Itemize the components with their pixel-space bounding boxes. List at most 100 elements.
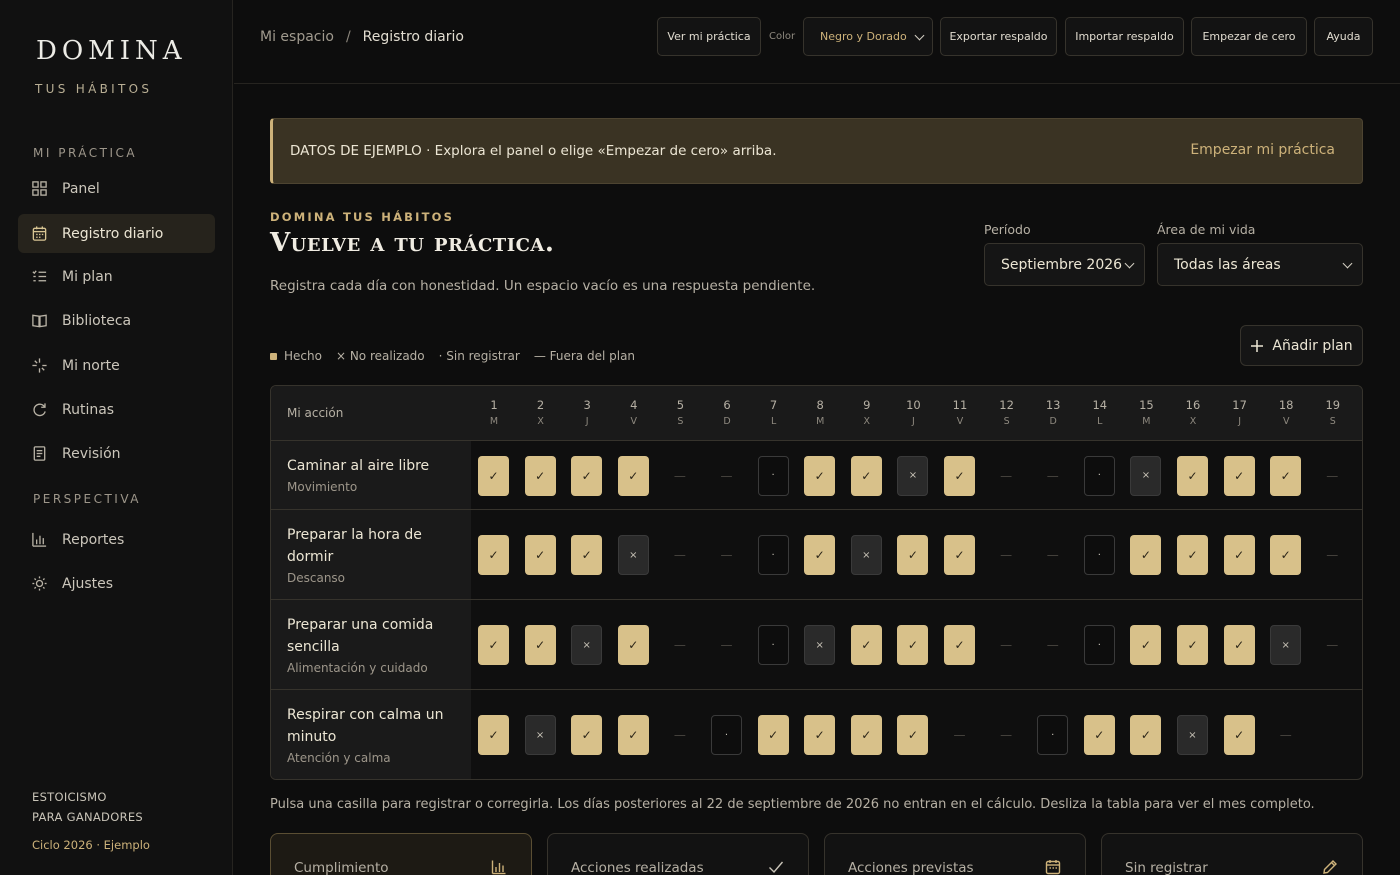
day-weekday: M — [489, 416, 499, 427]
table-row: Preparar la hora de dormir Descanso ✓ ✓ ✓ × — —… — [271, 510, 1362, 600]
day-cell-empty[interactable]: · — [711, 715, 742, 755]
sidebar-item-biblioteca[interactable]: Biblioteca — [18, 301, 215, 340]
day-cell-done[interactable]: ✓ — [1177, 625, 1208, 665]
day-cell-done[interactable]: ✓ — [1223, 455, 1255, 496]
area-select[interactable]: Todas las áreas — [1157, 243, 1363, 286]
day-weekday: X — [863, 416, 871, 427]
breadcrumb-root[interactable]: Mi espacio — [260, 29, 334, 45]
day-cell-off: — — [1000, 728, 1013, 742]
day-cell-done[interactable]: ✓ — [1130, 715, 1162, 755]
day-cell-miss[interactable]: × — [897, 455, 929, 496]
day-header: 13 D — [1033, 398, 1073, 427]
day-number: 19 — [1325, 398, 1341, 412]
import-backup-button[interactable]: Importar respaldo — [1065, 17, 1184, 56]
color-select[interactable]: Negro y Dorado — [803, 17, 933, 56]
day-cell-done[interactable]: ✓ — [897, 625, 929, 665]
day-cell-off: — — [1326, 548, 1339, 562]
day-cell-done[interactable]: ✓ — [524, 625, 556, 665]
export-backup-button[interactable]: Exportar respaldo — [940, 17, 1057, 56]
day-cell-miss[interactable]: × — [571, 625, 603, 665]
day-cell-done[interactable]: ✓ — [944, 625, 975, 665]
habit-name-cell[interactable]: Preparar la hora de dormir Descanso — [271, 510, 471, 599]
day-cell-done[interactable]: ✓ — [1223, 715, 1255, 755]
day-weekday: S — [677, 416, 684, 427]
day-cell-miss[interactable]: × — [1177, 715, 1208, 755]
day-cell-done[interactable]: ✓ — [617, 455, 649, 496]
day-cell-done[interactable]: ✓ — [944, 455, 975, 496]
sidebar-item-mi-plan[interactable]: Mi plan — [18, 257, 215, 296]
day-cell-empty[interactable]: · — [1083, 535, 1115, 575]
sidebar-item-mi-norte[interactable]: Mi norte — [18, 346, 215, 385]
period-select[interactable]: Septiembre 2026 — [984, 243, 1145, 286]
day-cell-done[interactable]: ✓ — [1223, 625, 1255, 665]
sidebar-item-ajustes[interactable]: Ajustes — [18, 564, 215, 603]
day-cell-miss[interactable]: × — [617, 535, 649, 575]
day-cell-done[interactable]: ✓ — [478, 625, 509, 665]
day-cell-done[interactable]: ✓ — [850, 715, 882, 755]
day-cell-empty[interactable]: · — [757, 455, 789, 496]
sidebar-item-revision[interactable]: Revisión — [18, 434, 215, 473]
day-cell-done[interactable]: ✓ — [850, 625, 882, 665]
day-cell-done[interactable]: ✓ — [617, 625, 649, 665]
day-cell-done[interactable]: ✓ — [571, 715, 603, 755]
day-header: 19 S — [1313, 398, 1353, 427]
day-cell-done[interactable]: ✓ — [524, 455, 556, 496]
day-header: 15 M — [1126, 398, 1166, 427]
day-cell-done[interactable]: ✓ — [804, 455, 836, 496]
habit-name-cell[interactable]: Preparar una comida sencilla Alimentación… — [271, 600, 471, 689]
reset-button[interactable]: Empezar de cero — [1191, 17, 1307, 56]
day-cell-miss[interactable]: × — [1130, 455, 1162, 496]
day-cell-miss[interactable]: × — [524, 715, 556, 755]
day-cell-empty[interactable]: · — [1037, 715, 1069, 755]
day-cell-done[interactable]: ✓ — [1177, 535, 1208, 575]
stat-card-sin-registrar: Sin registrar — [1101, 833, 1363, 875]
day-cell-done[interactable]: ✓ — [1130, 535, 1162, 575]
habit-name-cell[interactable]: Respirar con calma un minuto Atención y c… — [271, 690, 471, 779]
day-cell-miss[interactable]: × — [1270, 625, 1302, 665]
day-cell-miss[interactable]: × — [850, 535, 882, 575]
day-header: 17 J — [1220, 398, 1260, 427]
day-cell-done[interactable]: ✓ — [478, 535, 509, 575]
day-cell-done[interactable]: ✓ — [1083, 715, 1115, 755]
nav-section-perspective: PERSPECTIVA — [33, 492, 141, 506]
day-cell-done[interactable]: ✓ — [850, 455, 882, 496]
legend-missed: × No realizado — [335, 349, 425, 363]
day-cell-done[interactable]: ✓ — [571, 455, 603, 496]
calendar-icon — [32, 226, 47, 241]
day-cell-empty[interactable]: · — [757, 535, 789, 575]
day-cell-done[interactable]: ✓ — [757, 715, 789, 755]
sidebar-item-reportes[interactable]: Reportes — [18, 520, 215, 559]
day-cell-done[interactable]: ✓ — [1130, 625, 1162, 665]
day-cell-done[interactable]: ✓ — [1270, 535, 1302, 575]
day-cell-empty[interactable]: · — [757, 625, 789, 665]
check-icon — [769, 861, 784, 874]
habit-name-cell[interactable]: Caminar al aire libre Movimiento — [271, 441, 471, 509]
day-cell-done[interactable]: ✓ — [1177, 455, 1208, 496]
day-cell-empty[interactable]: · — [1083, 625, 1115, 665]
day-cell-done[interactable]: ✓ — [897, 715, 929, 755]
day-cell-off: — — [720, 468, 733, 483]
day-cell-empty[interactable]: · — [1083, 455, 1115, 496]
day-cell-done[interactable]: ✓ — [617, 715, 649, 755]
day-cell-done[interactable]: ✓ — [804, 535, 836, 575]
add-plan-button[interactable]: Añadir plan — [1240, 325, 1363, 366]
day-cell-done[interactable]: ✓ — [897, 535, 929, 575]
day-cell-done[interactable]: ✓ — [1223, 535, 1255, 575]
day-cell-done[interactable]: ✓ — [571, 535, 603, 575]
day-cell-miss[interactable]: × — [804, 625, 836, 665]
sidebar-item-panel[interactable]: Panel — [18, 169, 215, 208]
day-cell-off: — — [953, 728, 966, 742]
day-cell-done[interactable]: ✓ — [1270, 455, 1302, 496]
start-practice-link[interactable]: Empezar mi práctica — [1190, 142, 1335, 158]
day-weekday: X — [537, 416, 544, 427]
day-cell-done[interactable]: ✓ — [804, 715, 836, 755]
sidebar-item-registro-diario[interactable]: Registro diario — [18, 214, 215, 253]
day-cell-done[interactable]: ✓ — [524, 535, 556, 575]
day-weekday: X — [1189, 416, 1197, 427]
day-cell-done[interactable]: ✓ — [478, 715, 509, 755]
day-cell-done[interactable]: ✓ — [944, 535, 975, 575]
view-practice-button[interactable]: Ver mi práctica — [657, 17, 761, 56]
help-button[interactable]: Ayuda — [1314, 17, 1373, 56]
sidebar-item-rutinas[interactable]: Rutinas — [18, 390, 215, 429]
day-cell-done[interactable]: ✓ — [478, 455, 509, 496]
